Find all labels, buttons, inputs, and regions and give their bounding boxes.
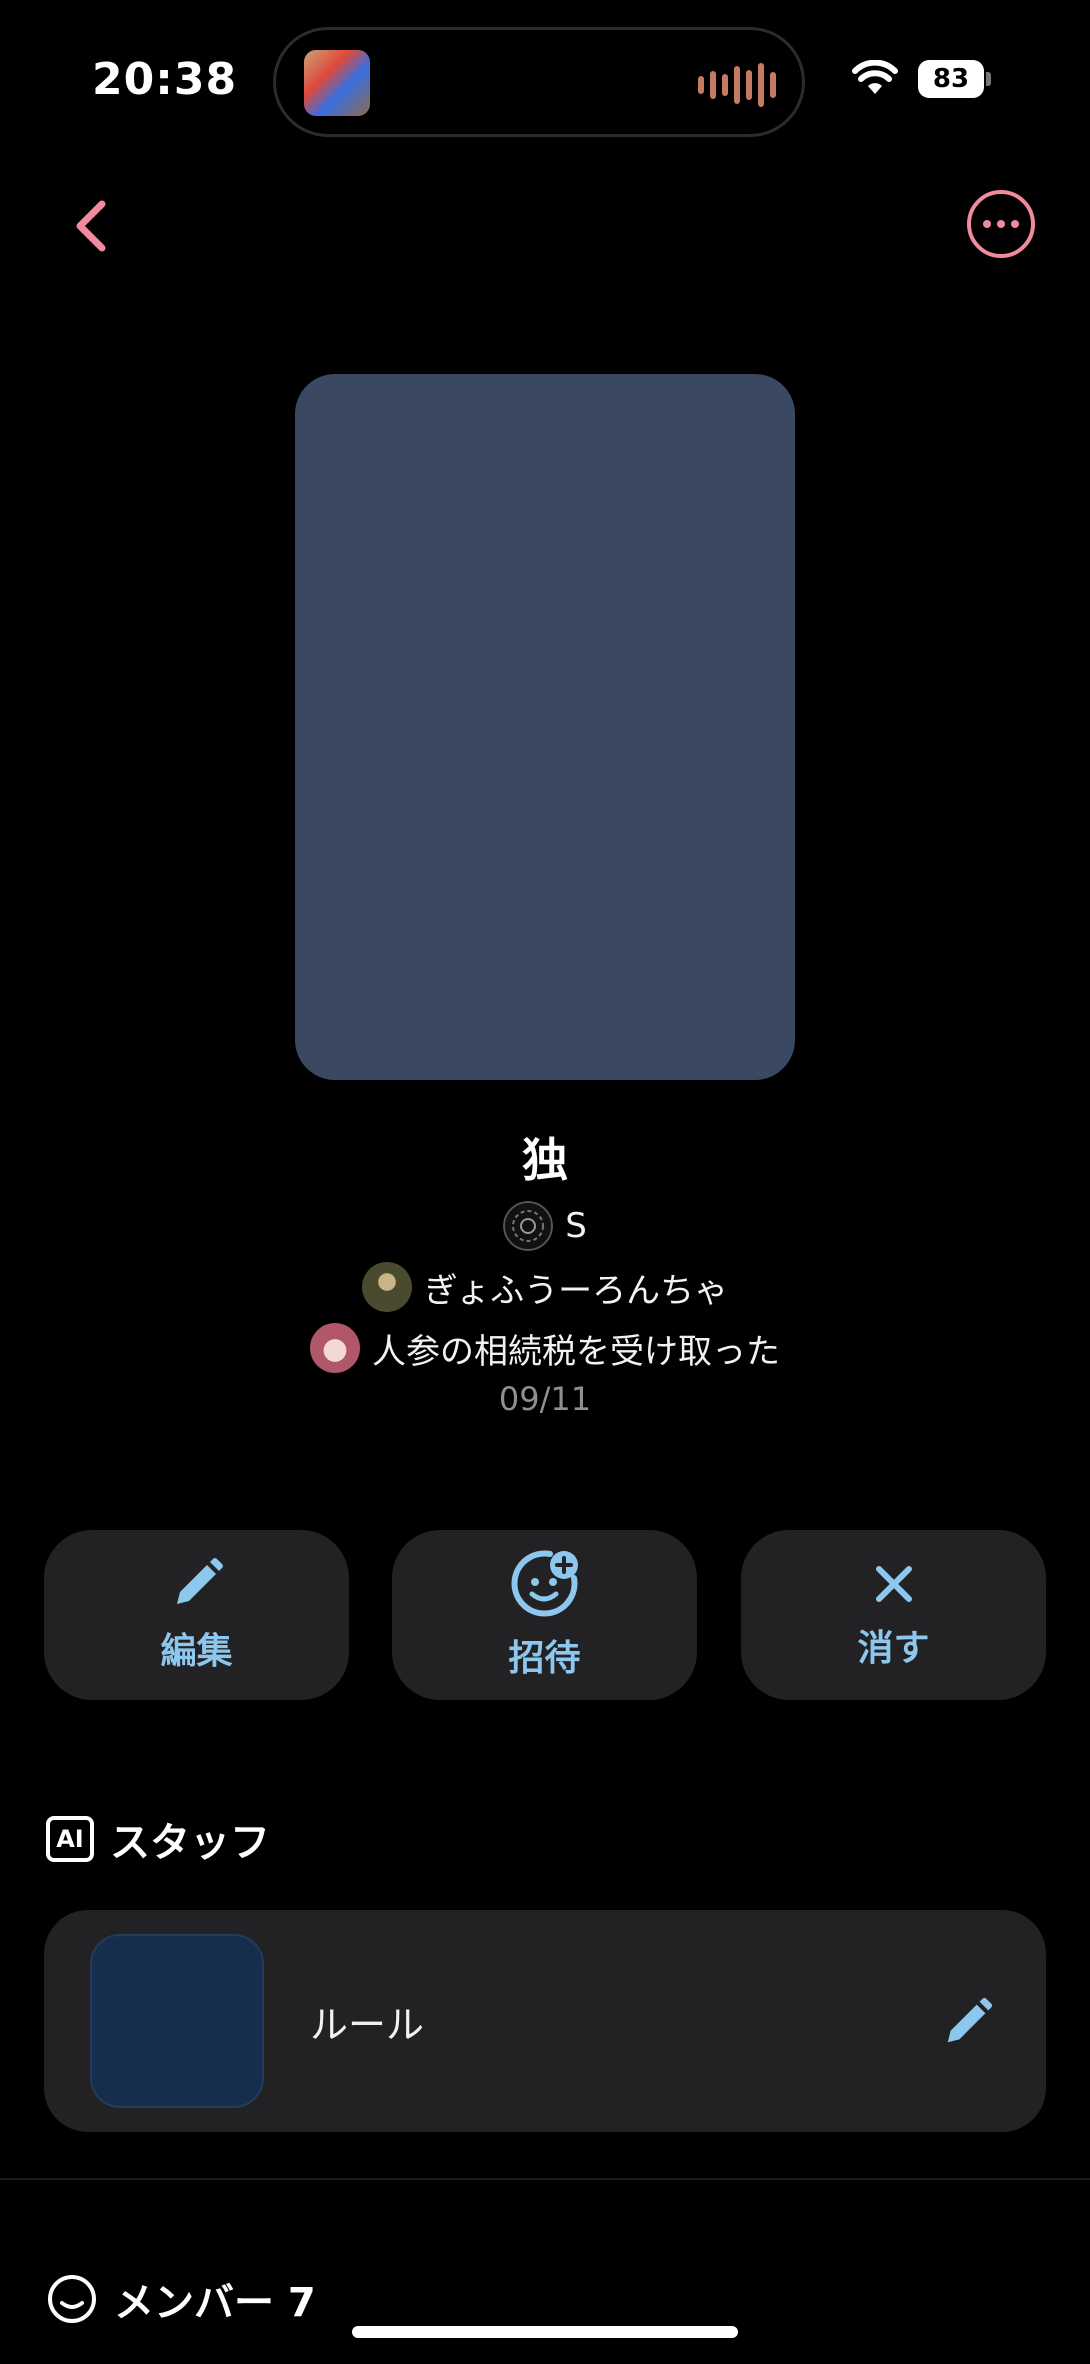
pencil-icon[interactable] [942, 1994, 996, 2048]
staff-section-header: AI スタッフ [46, 1810, 270, 1868]
back-button[interactable] [66, 196, 116, 256]
add-person-icon [511, 1550, 578, 1617]
member-name: S [565, 1206, 587, 1246]
staff-section-title: スタッフ [110, 1820, 270, 1866]
pencil-icon [176, 1558, 223, 1604]
room-date: 09/11 [498, 1380, 592, 1418]
room-title: 独 [522, 1133, 568, 1187]
smile-icon [48, 2275, 96, 2323]
invite-button[interactable]: 招待 [392, 1530, 697, 1700]
member-line[interactable]: ぎょふうーろんちゃ [0, 1262, 1090, 1312]
dynamic-island[interactable] [273, 27, 805, 137]
edit-button[interactable]: 編集 [44, 1530, 349, 1700]
members-section-header[interactable]: メンバー 7 [46, 2270, 316, 2328]
delete-button[interactable]: 消す [741, 1530, 1046, 1700]
invite-label: 招待 [508, 1638, 581, 1679]
section-divider [0, 2178, 1090, 2180]
ai-badge-icon: AI [46, 1816, 94, 1862]
more-options-button[interactable] [967, 190, 1035, 258]
member-line[interactable]: S [0, 1201, 1090, 1251]
avatar [310, 1323, 360, 1373]
staff-card[interactable]: ルール [44, 1910, 1046, 2132]
battery-tip [986, 72, 991, 86]
wifi-icon [852, 60, 898, 94]
close-icon [875, 1566, 912, 1602]
audio-waveform-icon [698, 62, 776, 108]
avatar [361, 1262, 412, 1312]
staff-name: ルール [310, 2003, 425, 2047]
delete-label: 消す [857, 1628, 930, 1669]
member-name: 人参の相続税を受け取った [372, 1331, 780, 1372]
home-indicator[interactable] [352, 2326, 738, 2338]
member-line[interactable]: 人参の相続税を受け取った [0, 1323, 1090, 1373]
staff-thumbnail [90, 1934, 264, 2108]
member-name: ぎょふうーろんちゃ [423, 1270, 729, 1311]
members-section-title: メンバー 7 [114, 2280, 316, 2326]
now-playing-artwork [304, 50, 370, 116]
room-cover-image[interactable] [295, 374, 795, 1080]
status-time: 20:38 [92, 54, 238, 105]
avatar [503, 1201, 554, 1251]
edit-label: 編集 [160, 1631, 233, 1672]
battery-icon: 83 [918, 60, 984, 98]
